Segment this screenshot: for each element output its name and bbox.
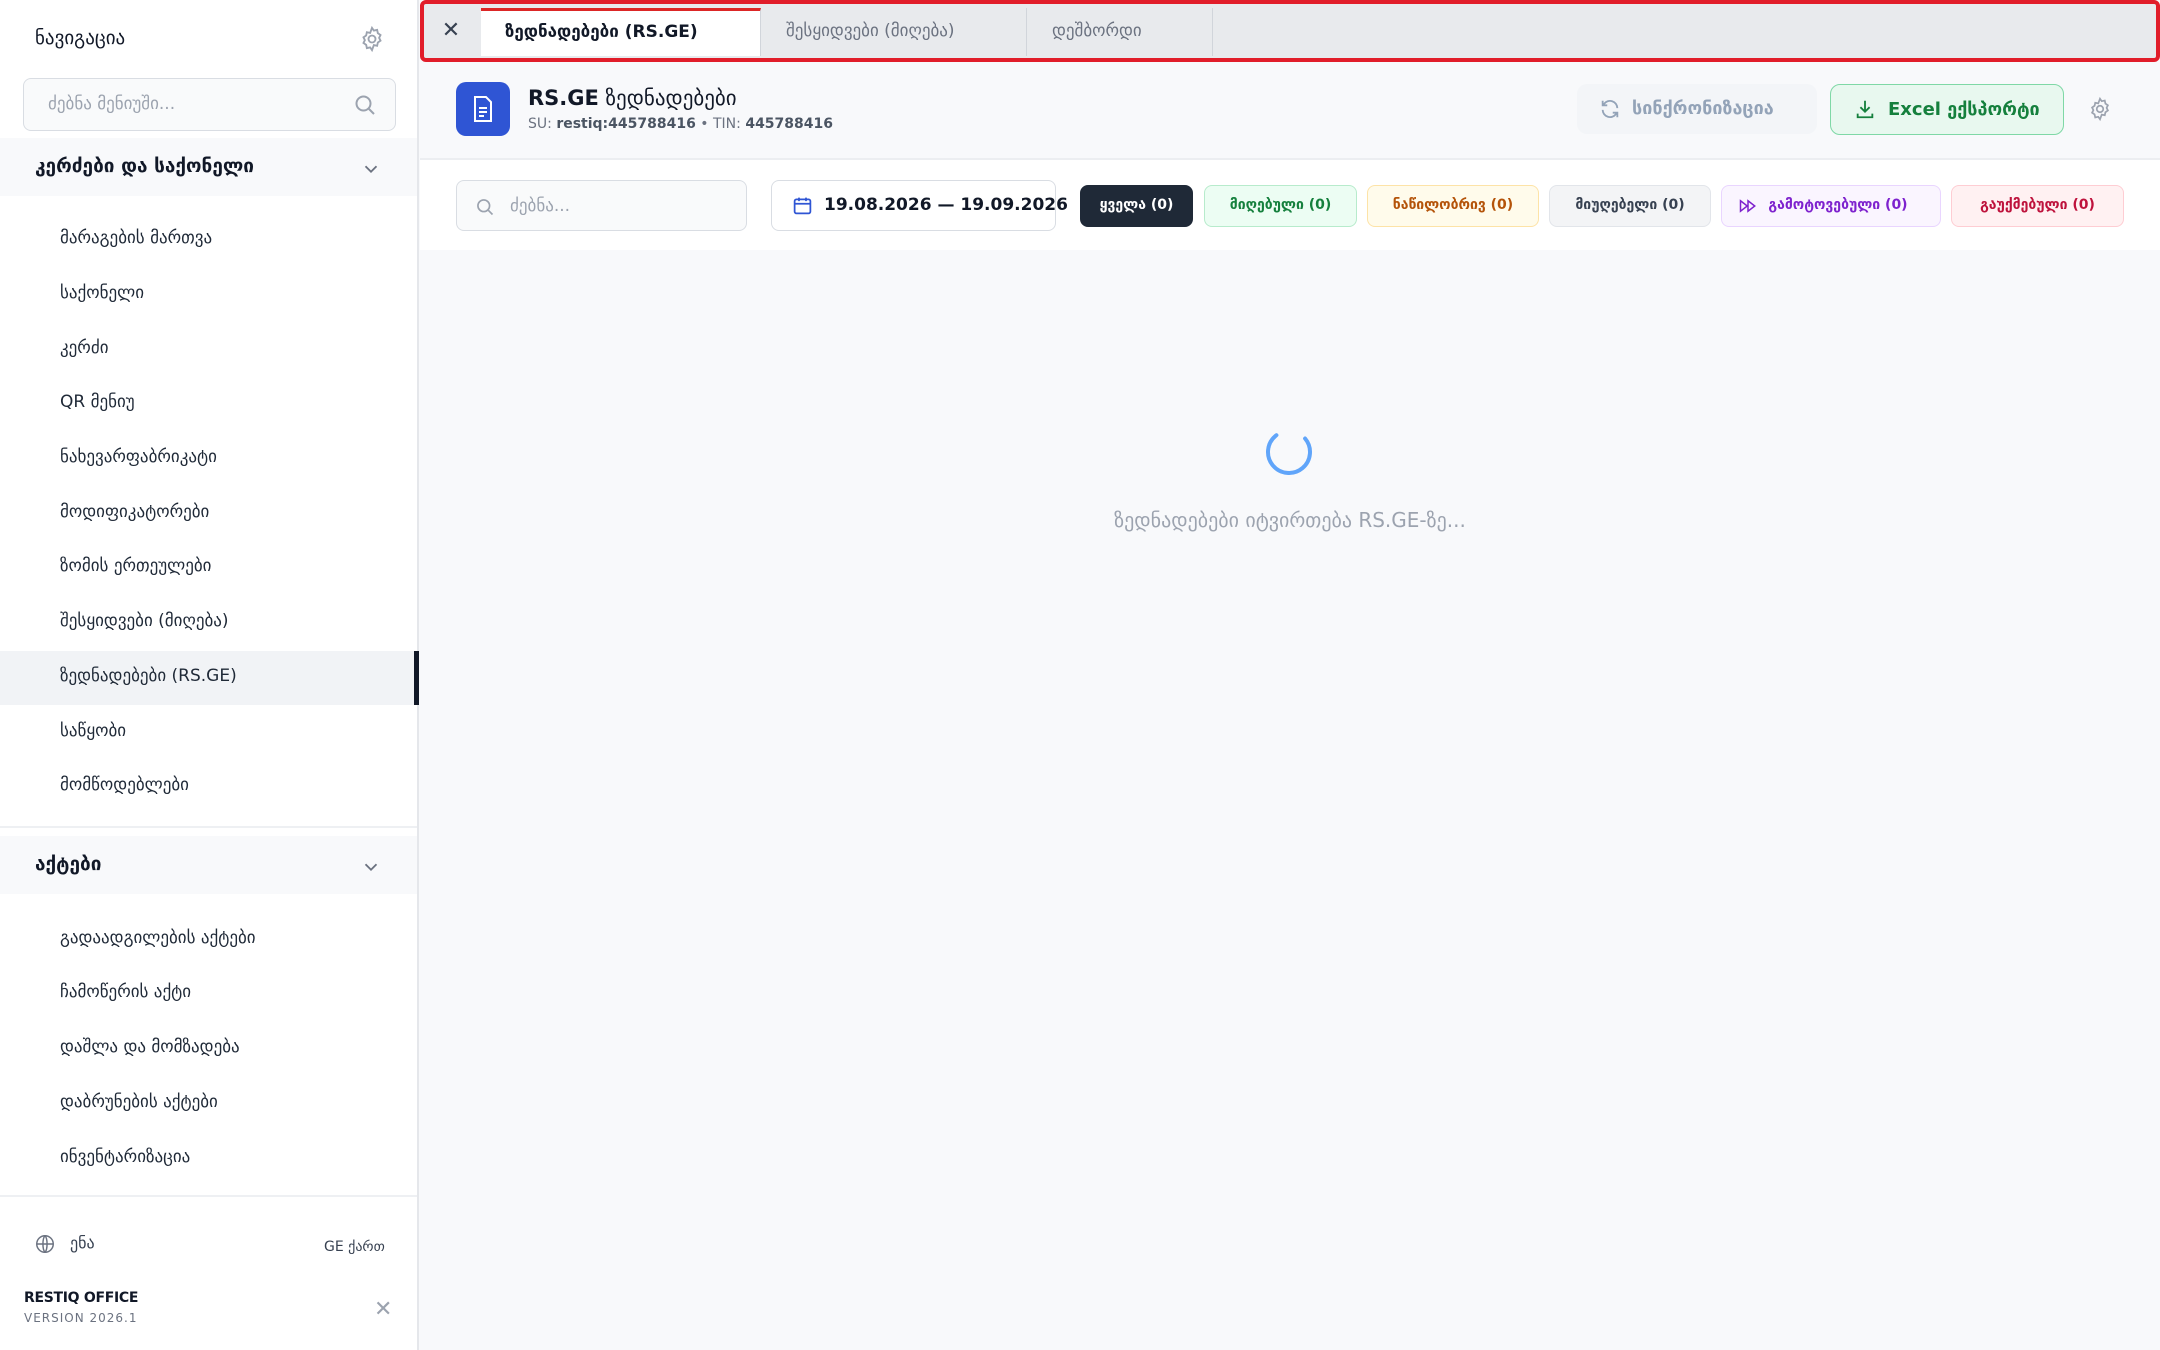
tab-bar: ✕ ზედნადებები (RS.GE) შესყიდვები (მიღება… [420, 0, 2160, 62]
tab-label: ზედნადებები (RS.GE) [505, 22, 698, 42]
sidebar-item-label: დაშლა და მომზადება [60, 1037, 240, 1057]
chevron-down-icon [364, 165, 378, 174]
close-icon[interactable]: ✕ [374, 1297, 392, 1322]
sidebar-search-input[interactable]: ძებნა მენიუში... [23, 78, 396, 131]
date-range-picker[interactable]: 19.08.2026 — 19.09.2026 [771, 180, 1068, 231]
sidebar-group-dishes[interactable]: კერძები და საქონელი [0, 138, 417, 196]
sidebar-item-purchases[interactable]: შესყიდვები (მიღება) [0, 596, 417, 650]
sidebar-item-label: შესყიდვები (მიღება) [60, 611, 229, 631]
globe-icon [36, 1235, 54, 1253]
language-label: ენა [70, 1233, 95, 1253]
tab-label: დეშბორდი [1052, 21, 1142, 41]
filter-chip-not-received[interactable]: მიუღებელი (0) [1549, 185, 1711, 227]
su-value: restiq:445788416 [556, 116, 696, 132]
page-title-bold: RS.GE [528, 86, 599, 110]
sidebar-item-dish[interactable]: კერძი [0, 323, 417, 377]
calendar-icon [793, 197, 812, 215]
sidebar-item-label: ნახევარფაბრიკატი [60, 447, 217, 467]
sidebar: ნავიგაცია ძებნა მენიუში... კერძები და სა… [0, 0, 419, 1350]
settings-gear-icon[interactable] [2087, 96, 2113, 122]
search-icon [477, 199, 494, 216]
tin-label: TIN: [713, 116, 741, 132]
brand-name: RESTIQ OFFICE [24, 1290, 139, 1306]
sidebar-item-label: მოდიფიკატორები [60, 502, 210, 522]
sidebar-item-label: ჩამოწერის აქტი [60, 982, 192, 1002]
tab-label: შესყიდვები (მიღება) [786, 21, 955, 41]
sidebar-item-label: გადაადგილების აქტები [60, 928, 256, 948]
search-placeholder: ძებნა... [510, 196, 571, 216]
refresh-icon [1601, 100, 1619, 118]
loading-message: ზედნადებები იტვირთება RS.GE-ზე... [1114, 508, 1466, 532]
language-value[interactable]: GE ქართ [324, 1239, 385, 1255]
search-icon [355, 95, 375, 115]
tab-waybills[interactable]: ზედნადებები (RS.GE) [481, 8, 761, 56]
loading-spinner-icon [1266, 429, 1312, 475]
fast-forward-icon [1739, 199, 1756, 213]
sidebar-group-acts[interactable]: აქტები [0, 836, 417, 894]
sidebar-group-label: აქტები [35, 853, 102, 875]
sidebar-item-units[interactable]: ზომის ერთეულები [0, 541, 417, 595]
excel-export-button[interactable]: Excel ექსპორტი [1830, 84, 2064, 135]
tab-purchases[interactable]: შესყიდვები (მიღება) [762, 8, 1027, 56]
sidebar-item-label: ზედნადებები (RS.GE) [60, 666, 237, 686]
sidebar-title: ნავიგაცია [35, 27, 126, 49]
sync-label: სინქრონიზაცია [1632, 98, 1774, 119]
download-icon [1856, 100, 1874, 119]
tab-dashboard[interactable]: დეშბორდი [1028, 8, 1213, 56]
sidebar-item-label: მარაგების მართვა [60, 228, 213, 248]
filter-chip-cancelled[interactable]: გაუქმებული (0) [1951, 185, 2124, 227]
search-input[interactable]: ძებნა... [456, 180, 747, 231]
sidebar-header: ნავიგაცია [0, 0, 417, 80]
page-title: RS.GE ზედნადებები [528, 86, 737, 110]
filter-chip-received[interactable]: მიღებული (0) [1204, 185, 1357, 227]
date-range-value: 19.08.2026 — 19.09.2026 [824, 195, 1068, 215]
sidebar-group-label: კერძები და საქონელი [35, 155, 254, 177]
filter-chip-label: გაუქმებული (0) [1980, 197, 2095, 213]
sidebar-item-label: ზომის ერთეულები [60, 556, 212, 576]
close-tabs-icon[interactable]: ✕ [434, 14, 468, 48]
document-badge [456, 82, 510, 136]
filter-chip-label: მიუღებელი (0) [1575, 197, 1685, 213]
sidebar-item-transfer-acts[interactable]: გადაადგილების აქტები [0, 913, 417, 967]
sidebar-item-label: ინვენტარიზაცია [60, 1147, 191, 1167]
sidebar-item-disassembly[interactable]: დაშლა და მომზადება [0, 1022, 417, 1076]
sidebar-item-modifiers[interactable]: მოდიფიკატორები [0, 487, 417, 541]
sync-button[interactable]: სინქრონიზაცია [1577, 84, 1817, 134]
page-subtitle: SU: restiq:445788416 • TIN: 445788416 [528, 116, 833, 132]
excel-export-label: Excel ექსპორტი [1888, 99, 2040, 120]
sidebar-item-stock-management[interactable]: მარაგების მართვა [0, 213, 417, 267]
sidebar-item-label: კერძი [60, 338, 109, 358]
su-label: SU: [528, 116, 552, 132]
sidebar-settings-gear-icon[interactable] [358, 25, 386, 53]
sidebar-item-inventory[interactable]: ინვენტარიზაცია [0, 1132, 417, 1186]
filter-chip-label: ნაწილობრივ (0) [1392, 197, 1514, 213]
sidebar-item-label: საწყობი [60, 721, 127, 741]
filter-chip-label: მიღებული (0) [1229, 197, 1332, 213]
sidebar-item-warehouse[interactable]: საწყობი [0, 706, 417, 760]
document-icon [474, 96, 492, 122]
sidebar-divider [0, 826, 417, 828]
sidebar-item-semi-finished[interactable]: ნახევარფაბრიკატი [0, 432, 417, 486]
sidebar-footer: ენა GE ქართ RESTIQ OFFICE VERSION 2026.1… [0, 1195, 417, 1350]
sidebar-item-label: საქონელი [60, 283, 145, 303]
sidebar-item-label: QR მენიუ [60, 392, 135, 412]
version-label: VERSION 2026.1 [24, 1311, 138, 1325]
filter-chip-all[interactable]: ყველა (0) [1080, 185, 1193, 227]
sidebar-item-return-acts[interactable]: დაბრუნების აქტები [0, 1077, 417, 1131]
sidebar-item-waybills[interactable]: ზედნადებები (RS.GE) [0, 651, 419, 705]
sidebar-item-label: დაბრუნების აქტები [60, 1092, 218, 1112]
chevron-down-icon [364, 863, 378, 872]
sidebar-search-placeholder: ძებნა მენიუში... [48, 94, 176, 114]
sidebar-item-goods[interactable]: საქონელი [0, 268, 417, 322]
filter-chip-label: ყველა (0) [1099, 197, 1174, 213]
sidebar-item-qr-menu[interactable]: QR მენიუ [0, 377, 417, 431]
language-selector[interactable]: ენა [34, 1233, 95, 1255]
page-title-rest: ზედნადებები [605, 86, 737, 110]
sidebar-item-suppliers[interactable]: მომწოდებლები [0, 760, 417, 814]
filter-chip-skipped[interactable]: გამოტოვებული (0) [1721, 185, 1941, 227]
filter-chip-partial[interactable]: ნაწილობრივ (0) [1367, 185, 1539, 227]
sidebar-item-label: მომწოდებლები [60, 775, 189, 795]
tin-value: 445788416 [745, 116, 833, 132]
sidebar-item-write-off-act[interactable]: ჩამოწერის აქტი [0, 967, 417, 1021]
